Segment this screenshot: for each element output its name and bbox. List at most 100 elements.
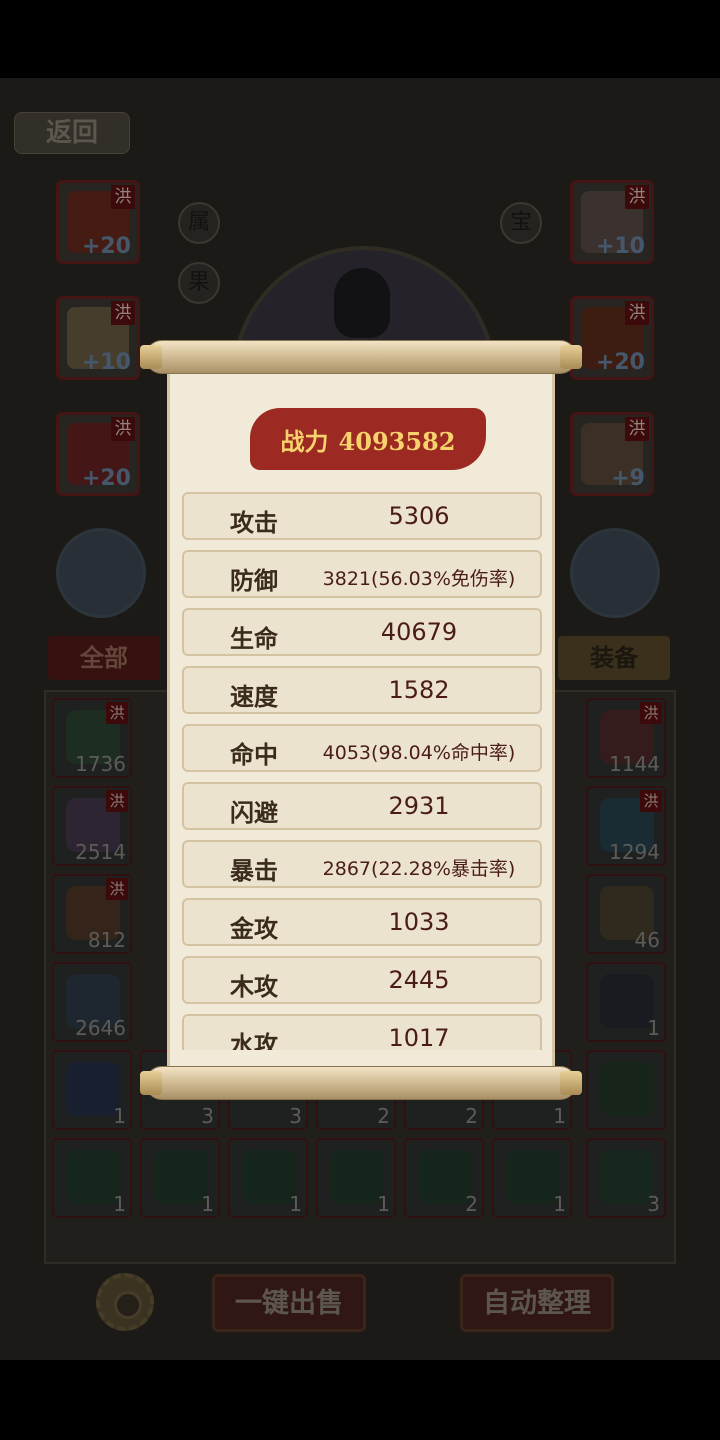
stat-value: 2867(22.28%暴击率): [322, 858, 516, 880]
equip-slot-ring[interactable]: 洪 +9: [570, 412, 654, 496]
attributes-button[interactable]: 属: [178, 202, 220, 244]
stat-name: 命中: [230, 740, 278, 769]
treasure-button[interactable]: 宝: [500, 202, 542, 244]
stat-name: 闪避: [230, 798, 278, 827]
item-count: 1: [201, 1192, 214, 1216]
combat-power-banner: 战力 4093582: [250, 408, 486, 470]
inventory-item[interactable]: 洪 1736: [52, 698, 132, 778]
equip-slot-scroll[interactable]: 洪 +10: [56, 296, 140, 380]
grade-badge: 洪: [640, 702, 662, 724]
stat-name: 暴击: [230, 856, 278, 885]
skull-icon: [600, 974, 654, 1028]
sell-all-button[interactable]: 一键出售: [212, 1274, 366, 1332]
grade-badge: 洪: [111, 185, 135, 209]
stat-value: 1033: [388, 908, 450, 936]
item-count: 1: [553, 1104, 566, 1128]
inventory-item[interactable]: 洪 1144: [586, 698, 666, 778]
inventory-item[interactable]: 1: [140, 1138, 220, 1218]
combat-power-value: 4093582: [338, 427, 456, 456]
equip-slot-orb[interactable]: 洪 +20: [56, 412, 140, 496]
inventory-item[interactable]: 46: [586, 874, 666, 954]
scroll-bottom-roller: [140, 1066, 582, 1100]
grade-badge: 洪: [640, 790, 662, 812]
figure-icon: [330, 1150, 384, 1204]
stat-row-water-attack: 水攻 1017: [182, 1014, 542, 1050]
swirl-icon: [600, 1150, 654, 1204]
item-count: 1: [113, 1192, 126, 1216]
figure-icon: [506, 1150, 560, 1204]
equip-slot-armor[interactable]: 洪 +10: [570, 180, 654, 264]
item-count: 1: [113, 1104, 126, 1128]
item-count: 1144: [609, 752, 660, 776]
grade-badge: 洪: [625, 417, 649, 441]
stat-row-dodge: 闪避 2931: [182, 782, 542, 830]
stat-row-defense: 防御 3821(56.03%免伤率): [182, 550, 542, 598]
enhance-level: +10: [81, 350, 131, 375]
stat-name: 金攻: [230, 914, 278, 943]
equip-slot-weapon[interactable]: 洪 +20: [56, 180, 140, 264]
inventory-item[interactable]: 1: [492, 1138, 572, 1218]
character-head-icon: [334, 268, 390, 338]
item-count: 2: [465, 1104, 478, 1128]
item-count: 1736: [75, 752, 126, 776]
stats-list[interactable]: 攻击 5306 防御 3821(56.03%免伤率) 生命 40679 速度 1…: [170, 492, 552, 1050]
skill-icon: [66, 1062, 120, 1116]
inventory-item[interactable]: 洪 2514: [52, 786, 132, 866]
figure-icon: [418, 1150, 472, 1204]
stats-scroll-popup: 战力 4093582 攻击 5306 防御 3821(56.03%免伤率) 生命 …: [140, 336, 582, 1104]
enhance-level: +20: [81, 234, 131, 259]
item-count: 1: [553, 1192, 566, 1216]
back-button[interactable]: 返回: [14, 112, 130, 154]
auto-sort-button[interactable]: 自动整理: [460, 1274, 614, 1332]
grade-badge: 洪: [625, 185, 649, 209]
tab-all[interactable]: 全部: [48, 636, 160, 680]
enhance-level: +10: [595, 234, 645, 259]
inventory-item[interactable]: 2646: [52, 962, 132, 1042]
item-count: 2: [465, 1192, 478, 1216]
inventory-item[interactable]: 1: [52, 1050, 132, 1130]
item-count: 3: [289, 1104, 302, 1128]
stat-row-metal-attack: 金攻 1033: [182, 898, 542, 946]
inventory-item[interactable]: 1: [228, 1138, 308, 1218]
settings-gear-icon[interactable]: [96, 1273, 154, 1331]
claw-icon: [600, 1062, 654, 1116]
stat-value: 2931: [388, 792, 450, 820]
stat-value: 1582: [388, 676, 450, 704]
inventory-item[interactable]: 2: [404, 1138, 484, 1218]
stat-row-crit: 暴击 2867(22.28%暴击率): [182, 840, 542, 888]
item-count: 3: [647, 1192, 660, 1216]
artifact-slot-left[interactable]: [56, 528, 146, 618]
combat-power-label: 战力: [280, 427, 329, 456]
item-count: 3: [201, 1104, 214, 1128]
stat-row-speed: 速度 1582: [182, 666, 542, 714]
hand-icon: [154, 1150, 208, 1204]
stat-value: 2445: [388, 966, 450, 994]
item-count: 812: [87, 928, 126, 952]
stat-name: 生命: [230, 624, 278, 653]
inventory-item[interactable]: 3: [586, 1138, 666, 1218]
inventory-item[interactable]: 洪 1294: [586, 786, 666, 866]
stat-name: 防御: [230, 566, 278, 595]
equip-slot-mount[interactable]: 洪 +20: [570, 296, 654, 380]
enhance-level: +20: [595, 350, 645, 375]
item-count: 1: [289, 1192, 302, 1216]
stat-value: 3821(56.03%免伤率): [322, 568, 516, 590]
stat-row-wood-attack: 木攻 2445: [182, 956, 542, 1004]
item-count: 2: [377, 1104, 390, 1128]
inventory-item[interactable]: 洪 812: [52, 874, 132, 954]
grade-badge: 洪: [111, 417, 135, 441]
stat-value: 5306: [388, 502, 450, 530]
stat-row-hit: 命中 4053(98.04%命中率): [182, 724, 542, 772]
stat-row-attack: 攻击 5306: [182, 492, 542, 540]
fruit-button[interactable]: 果: [178, 262, 220, 304]
scroll-top-roller: [140, 340, 582, 374]
grade-badge: 洪: [111, 301, 135, 325]
inventory-item[interactable]: [586, 1050, 666, 1130]
inventory-item[interactable]: 1: [586, 962, 666, 1042]
stat-value: 40679: [380, 618, 458, 646]
artifact-slot-right[interactable]: [570, 528, 660, 618]
inventory-item[interactable]: 1: [316, 1138, 396, 1218]
item-count: 1: [647, 1016, 660, 1040]
item-count: 1294: [609, 840, 660, 864]
inventory-item[interactable]: 1: [52, 1138, 132, 1218]
